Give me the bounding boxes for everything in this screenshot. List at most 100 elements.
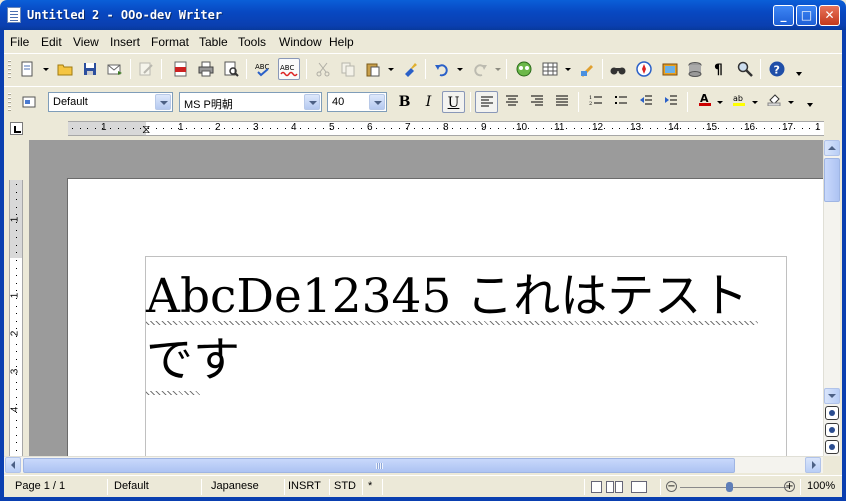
table-dropdown-arrow[interactable] (565, 68, 571, 71)
document-page[interactable]: AbcDe12345 これはテストです (67, 178, 823, 457)
scroll-up-button[interactable] (824, 140, 840, 156)
menu-file[interactable]: File (10, 35, 29, 49)
indent-marker-icon[interactable]: ⧖ (142, 122, 150, 137)
copy-button[interactable] (337, 58, 359, 80)
zoom-slider-knob[interactable] (726, 482, 733, 492)
increase-indent-button[interactable] (659, 91, 682, 113)
font-size-combo[interactable]: 40 (327, 92, 387, 112)
menu-help[interactable]: Help (329, 35, 354, 49)
font-color-dropdown-arrow[interactable] (717, 101, 723, 104)
menu-format[interactable]: Format (151, 35, 189, 49)
chevron-down-icon[interactable] (369, 94, 385, 110)
chevron-down-icon[interactable] (304, 94, 320, 110)
single-page-view-icon[interactable] (591, 481, 602, 493)
book-view-icon[interactable] (631, 481, 647, 493)
page-count[interactable]: Page 1 / 1 (15, 480, 65, 492)
paragraph-style-combo[interactable]: Default (48, 92, 173, 112)
menu-window[interactable]: Window (279, 35, 322, 49)
text-boundary[interactable]: AbcDe12345 これはテストです (145, 256, 787, 457)
minimize-button[interactable]: _ (773, 5, 794, 26)
data-sources-button[interactable] (684, 58, 706, 80)
cut-button[interactable] (312, 58, 334, 80)
toolbar-overflow-arrow[interactable] (807, 103, 813, 109)
vertical-ruler[interactable]: 1 1 2 3 4 (9, 180, 23, 456)
chevron-down-icon[interactable] (155, 94, 171, 110)
language[interactable]: Japanese (211, 480, 259, 492)
page-preview-button[interactable] (220, 58, 242, 80)
scroll-down-button[interactable] (824, 388, 840, 404)
tab-stop-selector[interactable] (10, 122, 23, 135)
page-style[interactable]: Default (114, 480, 149, 492)
menu-insert[interactable]: Insert (110, 35, 140, 49)
undo-dropdown-arrow[interactable] (457, 68, 463, 71)
new-document-button[interactable] (16, 58, 38, 80)
selection-mode[interactable]: STD (334, 480, 356, 492)
export-pdf-button[interactable] (170, 58, 192, 80)
background-color-dropdown-arrow[interactable] (788, 101, 794, 104)
insert-mode[interactable]: INSRT (288, 480, 321, 492)
toolbar-grip[interactable] (8, 60, 11, 80)
background-color-button[interactable] (762, 91, 785, 113)
find-replace-button[interactable] (607, 58, 629, 80)
navigator-button[interactable] (513, 58, 535, 80)
clone-format-button[interactable] (399, 58, 421, 80)
menu-table[interactable]: Table (199, 35, 228, 49)
scroll-right-button[interactable] (805, 457, 821, 473)
scroll-left-button[interactable] (5, 457, 21, 473)
italic-button[interactable]: I (417, 91, 440, 113)
horizontal-ruler[interactable]: 1 ⧖ 1 2 3 4 5 6 7 8 9 10 11 12 13 14 15 … (68, 121, 824, 136)
menu-view[interactable]: View (73, 35, 99, 49)
open-button[interactable] (54, 58, 76, 80)
align-left-button[interactable] (475, 91, 498, 113)
redo-button[interactable] (469, 58, 491, 80)
bullets-button[interactable] (609, 91, 632, 113)
multi-page-view-icon[interactable] (615, 481, 623, 493)
zoom-level[interactable]: 100% (807, 480, 835, 492)
highlighting-dropdown-arrow[interactable] (752, 101, 758, 104)
horizontal-scroll-thumb[interactable] (23, 458, 735, 473)
zoom-slider[interactable] (680, 487, 790, 488)
paste-button[interactable] (362, 58, 384, 80)
help-button[interactable]: ? (766, 58, 788, 80)
print-button[interactable] (195, 58, 217, 80)
align-center-button[interactable] (500, 91, 523, 113)
font-name-combo[interactable]: MS P明朝 (179, 92, 322, 112)
email-button[interactable] (104, 58, 126, 80)
justify-button[interactable] (550, 91, 573, 113)
autospellcheck-button[interactable]: ABC (278, 58, 300, 80)
numbering-button[interactable]: 12 (584, 91, 607, 113)
toolbar-overflow-arrow[interactable] (796, 72, 802, 78)
redo-dropdown-arrow[interactable] (495, 68, 501, 71)
save-button[interactable] (79, 58, 101, 80)
horizontal-scrollbar[interactable] (4, 456, 823, 473)
gallery-button[interactable] (659, 58, 681, 80)
undo-button[interactable] (431, 58, 453, 80)
draw-functions-button[interactable] (576, 58, 598, 80)
paste-dropdown-arrow[interactable] (388, 68, 394, 71)
zoom-button[interactable] (734, 58, 756, 80)
close-button[interactable]: ✕ (819, 5, 840, 26)
styles-formatting-button[interactable] (18, 91, 40, 113)
menu-edit[interactable]: Edit (41, 35, 62, 49)
vertical-scroll-thumb[interactable] (824, 158, 840, 202)
decrease-indent-button[interactable] (634, 91, 657, 113)
document-text[interactable]: AbcDe12345 これはテストです (146, 265, 786, 393)
navigation-button[interactable] (825, 423, 839, 437)
font-color-button[interactable]: A (693, 91, 716, 113)
zoom-out-icon[interactable]: − (666, 481, 677, 492)
spellcheck-button[interactable]: ABC (253, 58, 275, 80)
align-right-button[interactable] (525, 91, 548, 113)
next-page-button[interactable] (825, 440, 839, 454)
bold-button[interactable]: B (393, 91, 416, 113)
new-dropdown-arrow[interactable] (43, 68, 49, 71)
highlighting-button[interactable]: ab (727, 91, 750, 113)
multi-page-view-icon[interactable] (606, 481, 614, 493)
toolbar-grip[interactable] (8, 93, 11, 113)
zoom-in-icon[interactable]: + (784, 481, 795, 492)
underline-button[interactable]: U (442, 91, 465, 113)
previous-page-button[interactable] (825, 406, 839, 420)
insert-table-button[interactable] (539, 58, 561, 80)
maximize-button[interactable]: □ (796, 5, 817, 26)
formatting-marks-button[interactable]: ¶ (709, 58, 731, 80)
edit-file-button[interactable] (135, 58, 157, 80)
